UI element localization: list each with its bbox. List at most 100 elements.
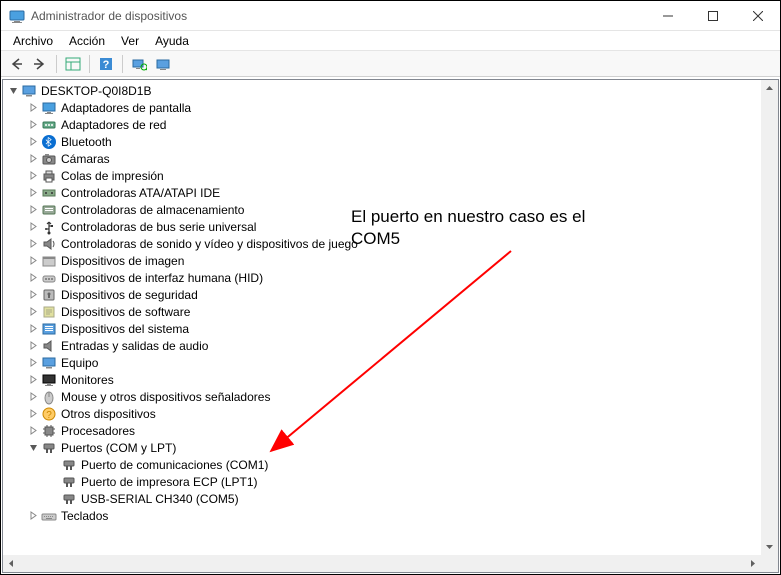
- toolbar-separator: [56, 55, 57, 73]
- tree-node-label: Procesadores: [61, 423, 135, 438]
- cpu-icon: [41, 423, 57, 439]
- scroll-up-arrow[interactable]: [761, 80, 778, 97]
- collapse-icon[interactable]: [5, 83, 21, 99]
- tree-node-cat-1[interactable]: Adaptadores de red: [3, 116, 761, 133]
- menu-ayuda[interactable]: Ayuda: [147, 32, 197, 50]
- tree-node-cat-12[interactable]: Dispositivos de software: [3, 303, 761, 320]
- expand-icon[interactable]: [25, 287, 41, 303]
- annotation-line1: El puerto en nuestro caso es el: [351, 206, 585, 228]
- expand-icon[interactable]: [25, 355, 41, 371]
- back-button[interactable]: [5, 53, 27, 75]
- devices-printers-button[interactable]: [152, 53, 174, 75]
- tree-node-label: DESKTOP-Q0I8D1B: [41, 83, 151, 98]
- tree-node-cat-21[interactable]: Teclados: [3, 507, 761, 524]
- tree-node-label: Puerto de impresora ECP (LPT1): [81, 474, 258, 489]
- collapse-icon[interactable]: [25, 440, 41, 456]
- tree-node-label: Controladoras de sonido y vídeo y dispos…: [61, 236, 358, 251]
- scroll-left-arrow[interactable]: [3, 555, 20, 572]
- computer-icon: [41, 355, 57, 371]
- tree-node-cat-14[interactable]: Entradas y salidas de audio: [3, 337, 761, 354]
- storage-icon: [41, 202, 57, 218]
- menu-ver[interactable]: Ver: [113, 32, 147, 50]
- mouse-icon: [41, 389, 57, 405]
- device-tree[interactable]: DESKTOP-Q0I8D1BAdaptadores de pantallaAd…: [3, 80, 761, 555]
- tree-node-label: Dispositivos de imagen: [61, 253, 184, 268]
- expand-icon[interactable]: [25, 151, 41, 167]
- tree-node-cat-20[interactable]: Puertos (COM y LPT): [3, 439, 761, 456]
- scroll-down-arrow[interactable]: [761, 538, 778, 555]
- expand-icon[interactable]: [25, 321, 41, 337]
- ide-icon: [41, 185, 57, 201]
- expand-icon[interactable]: [25, 304, 41, 320]
- pc-icon: [21, 83, 37, 99]
- display-icon: [41, 100, 57, 116]
- maximize-button[interactable]: [690, 1, 735, 30]
- tree-node-cat-20-child-1[interactable]: Puerto de impresora ECP (LPT1): [3, 473, 761, 490]
- scan-hardware-button[interactable]: [128, 53, 150, 75]
- tree-node-cat-13[interactable]: Dispositivos del sistema: [3, 320, 761, 337]
- app-icon: [9, 8, 25, 24]
- tree-node-label: Teclados: [61, 508, 108, 523]
- security-icon: [41, 287, 57, 303]
- tree-node-cat-20-child-2[interactable]: USB-SERIAL CH340 (COM5): [3, 490, 761, 507]
- hid-icon: [41, 270, 57, 286]
- expand-icon[interactable]: [25, 185, 41, 201]
- expand-icon[interactable]: [25, 202, 41, 218]
- minimize-button[interactable]: [645, 1, 690, 30]
- expand-icon[interactable]: [25, 117, 41, 133]
- expand-icon[interactable]: [25, 100, 41, 116]
- tree-node-label: Dispositivos de interfaz humana (HID): [61, 270, 263, 285]
- expand-icon[interactable]: [25, 372, 41, 388]
- expand-icon[interactable]: [25, 168, 41, 184]
- tree-node-cat-15[interactable]: Equipo: [3, 354, 761, 371]
- tree-node-cat-3[interactable]: Cámaras: [3, 150, 761, 167]
- printer-icon: [41, 168, 57, 184]
- menu-archivo[interactable]: Archivo: [5, 32, 61, 50]
- tree-node-cat-9[interactable]: Dispositivos de imagen: [3, 252, 761, 269]
- expand-icon[interactable]: [25, 134, 41, 150]
- tree-node-cat-18[interactable]: ?Otros dispositivos: [3, 405, 761, 422]
- expander-spacer: [45, 474, 61, 490]
- scroll-right-arrow[interactable]: [744, 555, 761, 572]
- vertical-scrollbar[interactable]: [761, 80, 778, 555]
- toolbar-separator: [89, 55, 90, 73]
- tree-node-root[interactable]: DESKTOP-Q0I8D1B: [3, 82, 761, 99]
- port-icon: [41, 440, 57, 456]
- tree-node-cat-16[interactable]: Monitores: [3, 371, 761, 388]
- tree-node-cat-20-child-0[interactable]: Puerto de comunicaciones (COM1): [3, 456, 761, 473]
- toolbar-separator: [122, 55, 123, 73]
- network-icon: [41, 117, 57, 133]
- expand-icon[interactable]: [25, 389, 41, 405]
- close-button[interactable]: [735, 1, 780, 30]
- expand-icon[interactable]: [25, 219, 41, 235]
- expand-icon[interactable]: [25, 406, 41, 422]
- tree-node-label: Controladoras ATA/ATAPI IDE: [61, 185, 220, 200]
- help-button[interactable]: ?: [95, 53, 117, 75]
- expand-icon[interactable]: [25, 338, 41, 354]
- tree-node-cat-11[interactable]: Dispositivos de seguridad: [3, 286, 761, 303]
- show-hide-console-button[interactable]: [62, 53, 84, 75]
- menu-accion[interactable]: Acción: [61, 32, 113, 50]
- tree-node-cat-17[interactable]: Mouse y otros dispositivos señaladores: [3, 388, 761, 405]
- expander-spacer: [45, 491, 61, 507]
- tree-node-cat-5[interactable]: Controladoras ATA/ATAPI IDE: [3, 184, 761, 201]
- tree-node-cat-4[interactable]: Colas de impresión: [3, 167, 761, 184]
- tree-node-label: Puerto de comunicaciones (COM1): [81, 457, 268, 472]
- monitor-icon: [41, 372, 57, 388]
- tree-node-label: Otros dispositivos: [61, 406, 156, 421]
- tree-node-label: Controladoras de almacenamiento: [61, 202, 244, 217]
- tree-node-label: Equipo: [61, 355, 98, 370]
- expand-icon[interactable]: [25, 270, 41, 286]
- tree-node-label: Dispositivos de software: [61, 304, 190, 319]
- horizontal-scrollbar[interactable]: [3, 555, 761, 572]
- tree-node-label: Mouse y otros dispositivos señaladores: [61, 389, 270, 404]
- expand-icon[interactable]: [25, 508, 41, 524]
- expand-icon[interactable]: [25, 253, 41, 269]
- tree-node-cat-10[interactable]: Dispositivos de interfaz humana (HID): [3, 269, 761, 286]
- forward-button[interactable]: [29, 53, 51, 75]
- expand-icon[interactable]: [25, 423, 41, 439]
- tree-node-cat-19[interactable]: Procesadores: [3, 422, 761, 439]
- tree-node-cat-2[interactable]: Bluetooth: [3, 133, 761, 150]
- expand-icon[interactable]: [25, 236, 41, 252]
- tree-node-cat-0[interactable]: Adaptadores de pantalla: [3, 99, 761, 116]
